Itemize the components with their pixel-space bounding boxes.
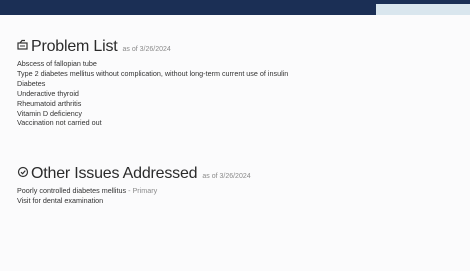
list-item: Rheumatoid arthritis — [17, 98, 82, 108]
problem-list-section: Problem List as of 3/26/2024 Abscess of … — [17, 38, 288, 128]
primary-tag: - Primary — [128, 186, 158, 195]
other-issues-icon — [17, 166, 29, 178]
list-item: Vaccination not carried out — [17, 118, 102, 128]
problem-list-icon — [17, 39, 29, 51]
other-issues-section: Other Issues Addressed as of 3/26/2024 P… — [17, 165, 251, 206]
issue-text: Visit for dental examination — [17, 195, 104, 205]
top-header-bar — [0, 0, 470, 15]
other-issues-as-of: as of 3/26/2024 — [202, 173, 251, 180]
problem-list-items: Abscess of fallopian tube Type 2 diabete… — [17, 59, 288, 128]
list-item: Visit for dental examination — [17, 196, 251, 206]
other-issues-heading: Other Issues Addressed as of 3/26/2024 — [17, 165, 251, 183]
list-item: Underactive thyroid — [17, 88, 79, 98]
problem-list-heading: Problem List as of 3/26/2024 — [17, 38, 288, 56]
problem-list-title: Problem List — [31, 38, 118, 55]
other-issues-items: Poorly controlled diabetes mellitus - Pr… — [17, 186, 251, 206]
list-item: Vitamin D deficiency — [17, 108, 82, 118]
issue-text: Poorly controlled diabetes mellitus — [17, 186, 127, 195]
other-issues-title: Other Issues Addressed — [31, 165, 198, 182]
header-panel — [376, 4, 470, 15]
list-item: Diabetes — [17, 78, 46, 88]
visit-summary-content: Problem List as of 3/26/2024 Abscess of … — [0, 15, 470, 271]
problem-list-as-of: as of 3/26/2024 — [122, 46, 171, 53]
list-item: Type 2 diabetes mellitus without complic… — [17, 68, 289, 78]
list-item: Abscess of fallopian tube — [17, 59, 97, 68]
list-item: Poorly controlled diabetes mellitus - Pr… — [17, 186, 251, 196]
